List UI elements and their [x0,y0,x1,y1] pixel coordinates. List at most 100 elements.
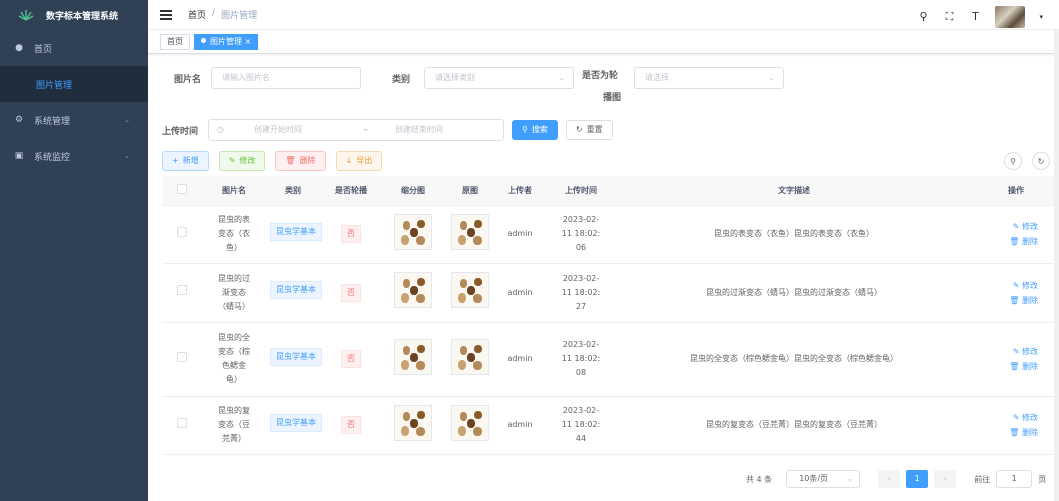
page-size-value: 10条/页 [799,474,829,483]
image-name-line: 鱼） [226,243,242,252]
row-edit-link[interactable]: ✎ 修改 [974,344,1050,359]
row-select-cell[interactable] [162,263,202,323]
row-delete-link[interactable]: 🗑 删除 [974,293,1050,308]
dashboard-icon: ● [15,43,23,53]
thumbnail-image[interactable] [394,272,432,308]
thumbnail-image[interactable] [394,213,432,250]
row-edit-link[interactable]: ✎ 修改 [974,410,1050,425]
chevron-down-icon: ⌄ [124,116,130,124]
search-category: 类别 请选择类别 ⌄ [392,67,575,89]
carousel-select[interactable]: 请选择 ⌄ [634,67,784,89]
pagination-total: 共 4 条 [746,474,773,484]
tag-home[interactable]: 首页 [160,33,190,50]
goto-page-input[interactable]: 1 [996,470,1033,488]
sidebar-item-home[interactable]: ● 首页 [0,30,148,66]
original-image[interactable] [451,213,489,250]
sidebar-item-system-manage[interactable]: ⚙ 系统管理 ⌄ [0,102,148,138]
date-range-picker[interactable]: ◷ 创建开始时间 - 创建结束时间 [208,119,505,141]
breadcrumb-home[interactable]: 首页 [188,8,206,21]
actions-cell: ✎ 修改 🗑 删除 [970,322,1054,397]
scrollbar[interactable] [1054,30,1059,501]
row-edit-label: 修改 [1022,413,1038,422]
delete-button[interactable]: 🗑 删除 [275,151,326,171]
carousel-status-tag: 否 [341,225,361,243]
image-name-input[interactable]: 请输入图片名 [211,67,362,89]
original-image[interactable] [451,272,489,308]
search-button-label: 搜索 [531,125,548,134]
download-icon: ↓ [345,156,353,165]
original-image[interactable] [451,404,489,441]
search-toggle-icon[interactable]: ⚲ [1004,152,1022,170]
search-button[interactable]: ⚲ 搜索 [512,120,558,140]
actions-cell: ✎ 修改 🗑 删除 [970,396,1054,455]
avatar[interactable] [995,6,1026,28]
sidebar-item-label: 系统监控 [34,152,71,163]
image-name-label: 图片名 [174,74,202,85]
fullscreen-icon[interactable]: ⛶ [943,11,955,23]
upload-time-line: 2023-02- [562,406,600,415]
upload-time-line: 11 18:02: [561,354,601,363]
select-all-cell[interactable] [162,176,202,206]
caret-down-icon[interactable]: ▾ [1039,13,1043,21]
sidebar-item-label: 首页 [34,44,53,55]
refresh-icon[interactable]: ↻ [1032,152,1050,170]
row-checkbox[interactable] [177,285,187,295]
row-select-cell[interactable] [162,396,202,455]
search-row-2: 上传时间 ◷ 创建开始时间 - 创建结束时间 ⚲ 搜索 ↻ 重置 [162,119,613,141]
thumbnail-cell [382,396,444,455]
navbar: 首页 / 图片管理 ⚲ ⛶ T ▾ [148,0,1059,30]
row-delete-link[interactable]: 🗑 删除 [974,425,1050,440]
search-icon[interactable]: ⚲ [917,11,929,23]
row-edit-link[interactable]: ✎ 修改 [974,219,1050,234]
table-row[interactable]: 昆虫的过 渐变态 （蜻马） 昆虫学基本 否 admin 2023-02- 11 18:… [162,263,1054,323]
row-select-cell[interactable] [162,322,202,397]
prev-page-button[interactable]: ‹ [878,470,901,488]
row-edit-label: 修改 [1022,280,1038,290]
row-edit-link[interactable]: ✎ 修改 [974,278,1050,293]
table-row[interactable]: 昆虫的全 变态（棕 色鳃金 龟） 昆虫学基本 否 admin 2023-02- 11 1… [162,322,1054,397]
sidebar-item-image-manage[interactable]: 图片管理 [0,66,148,102]
hamburger-icon[interactable] [160,9,172,20]
image-name-line: 龟） [226,375,242,384]
row-checkbox[interactable] [177,226,187,237]
carousel-select-placeholder: 请选择 [645,73,669,82]
image-name-cell: 昆虫的全 变态（棕 色鳃金 龟） [202,322,266,397]
tag-image-manage[interactable]: 图片管理 × [194,33,259,50]
table-row[interactable]: 昆虫的复 变态（豆 芫菁） 昆虫学基本 否 admin 2023-02- 11 18:… [162,396,1054,455]
upload-time-line: 11 18:02: [561,287,601,297]
page-size-select[interactable]: 10条/页 ⌄ [786,470,861,488]
reset-button[interactable]: ↻ 重置 [565,120,613,140]
export-button[interactable]: ↓ 导出 [335,151,383,171]
add-button[interactable]: + 新增 [162,151,209,171]
upload-time-line: 44 [575,434,587,443]
calendar-icon: ◷ [217,125,224,134]
original-image[interactable] [451,338,489,375]
row-delete-link[interactable]: 🗑 删除 [974,359,1050,374]
thumbnail-cell [382,263,444,323]
table-row[interactable]: 昆虫的表 变态（衣 鱼） 昆虫学基本 否 admin 2023-02- 11 18:0… [162,205,1054,264]
monitor-icon: ▣ [14,151,24,161]
image-name-line: 变态（豆 [218,420,250,429]
next-page-button[interactable]: › [934,470,957,488]
page-number-1[interactable]: 1 [906,470,929,488]
thumbnail-image[interactable] [394,338,432,375]
upload-time-line: 2023-02- [562,215,600,224]
sidebar-item-system-monitor[interactable]: ▣ 系统监控 ⌄ [0,138,148,174]
category-label: 类别 [392,74,411,85]
row-select-cell[interactable] [162,205,202,264]
search-row-1: 图片名 请输入图片名 [174,67,362,89]
select-all-checkbox[interactable] [177,184,187,195]
row-checkbox[interactable] [177,351,187,362]
sidebar: 数字标本管理系统 ● 首页 图片管理 ⚙ 系统管理 ⌄ ▣ 系统监控 ⌄ [0,0,148,501]
edit-button[interactable]: ✎ 修改 [218,151,266,171]
plus-icon: + [172,156,179,165]
font-size-icon[interactable]: T [969,11,981,23]
app-logo[interactable]: 数字标本管理系统 [0,0,148,30]
category-select[interactable]: 请选择类别 ⌄ [424,67,575,89]
category-tag: 昆虫学基本 [270,347,322,366]
thumbnail-image[interactable] [394,404,432,441]
row-delete-link[interactable]: 🗑 删除 [974,234,1050,249]
row-checkbox[interactable] [177,417,187,428]
row-delete-label: 删除 [1022,428,1038,437]
carousel-status-tag: 否 [341,283,361,302]
